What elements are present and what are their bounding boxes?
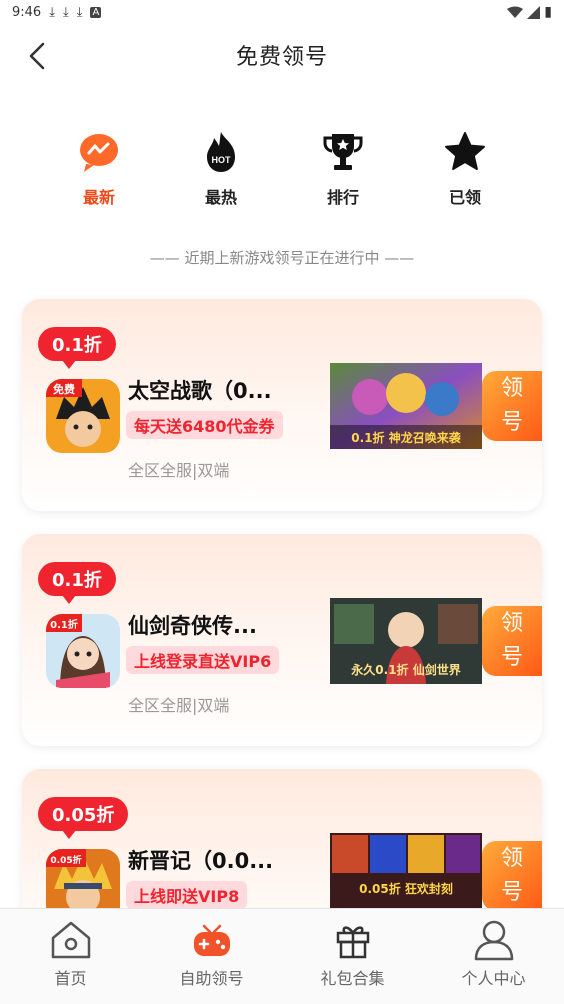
claim-label: 领	[500, 846, 523, 871]
back-button[interactable]	[20, 39, 54, 73]
home-icon	[47, 919, 95, 961]
bottom-nav-label: 礼包合集	[320, 969, 385, 988]
tab-newest[interactable]: 最新	[54, 130, 144, 208]
promo-tag: 上线即送VIP8	[126, 881, 248, 909]
bottom-nav-self-claim[interactable]: 自助领号	[141, 909, 282, 1004]
app-notification-icon: A	[90, 6, 102, 18]
icon-label: 0.05折	[50, 854, 81, 866]
promo-tag: 上线登录直送VIP6	[126, 646, 280, 674]
svg-text:HOT: HOT	[212, 155, 232, 165]
bottom-nav: 首页 自助领号 礼包合集 个人中心	[0, 908, 564, 1004]
game-meta: 全区全服|双端	[128, 461, 230, 480]
game-icon: 0.1折	[46, 614, 120, 688]
tab-ranking[interactable]: 排行	[298, 130, 388, 208]
new-icon	[77, 130, 121, 174]
download-icon: ⤓	[49, 4, 55, 20]
icon-label: 0.1折	[50, 618, 78, 631]
wifi-icon	[507, 6, 524, 18]
discount-badge: 0.05折	[38, 797, 129, 839]
game-icon: 免费	[46, 379, 120, 453]
filter-tabs: 最新 HOT 最热 排行 已领	[0, 130, 564, 220]
bottom-nav-home[interactable]: 首页	[0, 909, 141, 1004]
bottom-nav-profile[interactable]: 个人中心	[423, 909, 564, 1004]
discount-badge: 0.1折	[38, 562, 116, 604]
claim-label: 号	[500, 645, 523, 670]
download-icon: ⤓	[62, 4, 69, 20]
banner-text: 0.05折 狂欢封刻	[359, 881, 453, 896]
game-name: 太空战歌（0...	[128, 379, 272, 403]
status-bar: 9:46 ⤓ ⤓ ⤓ A ▮	[0, 0, 564, 24]
tab-hottest[interactable]: HOT 最热	[176, 130, 266, 208]
claim-label: 号	[500, 410, 523, 435]
game-banner: 0.05折 狂欢封刻	[330, 833, 482, 919]
section-subtitle: —— 近期上新游戏领号正在进行中 ——	[149, 249, 415, 267]
tab-claimed[interactable]: 已领	[420, 130, 510, 208]
bottom-nav-label: 首页	[54, 969, 87, 988]
game-name: 仙剑奇侠传...	[128, 614, 257, 638]
promo-tag: 每天送6480代金券	[126, 411, 283, 439]
page-title: 免费领号	[235, 45, 328, 70]
claim-label: 领	[500, 611, 523, 636]
chevron-left-icon	[29, 42, 45, 70]
claim-label: 号	[500, 880, 523, 905]
battery-icon: ▮	[544, 4, 552, 20]
banner-text: 永久0.1折 仙剑世界	[350, 662, 460, 677]
claim-button[interactable]: 领 号	[482, 371, 542, 441]
tab-label: 已领	[448, 188, 481, 207]
banner-text: 0.1折 神龙召唤来袭	[351, 430, 461, 445]
gift-icon	[329, 919, 377, 961]
bottom-nav-label: 自助领号	[179, 969, 244, 988]
claim-label: 领	[500, 376, 523, 401]
tab-label: 最热	[204, 188, 237, 207]
game-card[interactable]: 0.1折 免费 太空战歌（0... 每天送6480代金券 全区全服|双端 0.1…	[22, 299, 542, 511]
icon-label: 免费	[53, 382, 75, 396]
bottom-nav-gift-packs[interactable]: 礼包合集	[282, 909, 423, 1004]
bottom-nav-label: 个人中心	[461, 969, 526, 988]
game-name: 新晋记（0.0...	[128, 849, 274, 873]
claim-button[interactable]: 领 号	[482, 841, 542, 911]
nav-bar: 免费领号	[0, 24, 564, 86]
tab-label: 最新	[82, 188, 115, 207]
status-time: 9:46	[12, 4, 42, 20]
trophy-icon	[321, 130, 365, 174]
game-banner: 0.1折 神龙召唤来袭	[330, 363, 482, 449]
gamepad-icon	[188, 919, 236, 961]
hot-icon: HOT	[199, 130, 243, 174]
claim-button[interactable]: 领 号	[482, 606, 542, 676]
star-icon	[443, 130, 487, 174]
tab-label: 排行	[326, 188, 359, 207]
user-icon	[470, 919, 518, 961]
signal-icon	[527, 5, 541, 19]
discount-badge: 0.1折	[38, 327, 116, 369]
game-card[interactable]: 0.1折 0.1折 仙剑奇侠传... 上线登录直送VIP6 全区全服|双端 永久…	[22, 534, 542, 746]
download-icon: ⤓	[76, 4, 83, 20]
game-banner: 永久0.1折 仙剑世界	[330, 598, 482, 684]
game-meta: 全区全服|双端	[128, 696, 230, 715]
